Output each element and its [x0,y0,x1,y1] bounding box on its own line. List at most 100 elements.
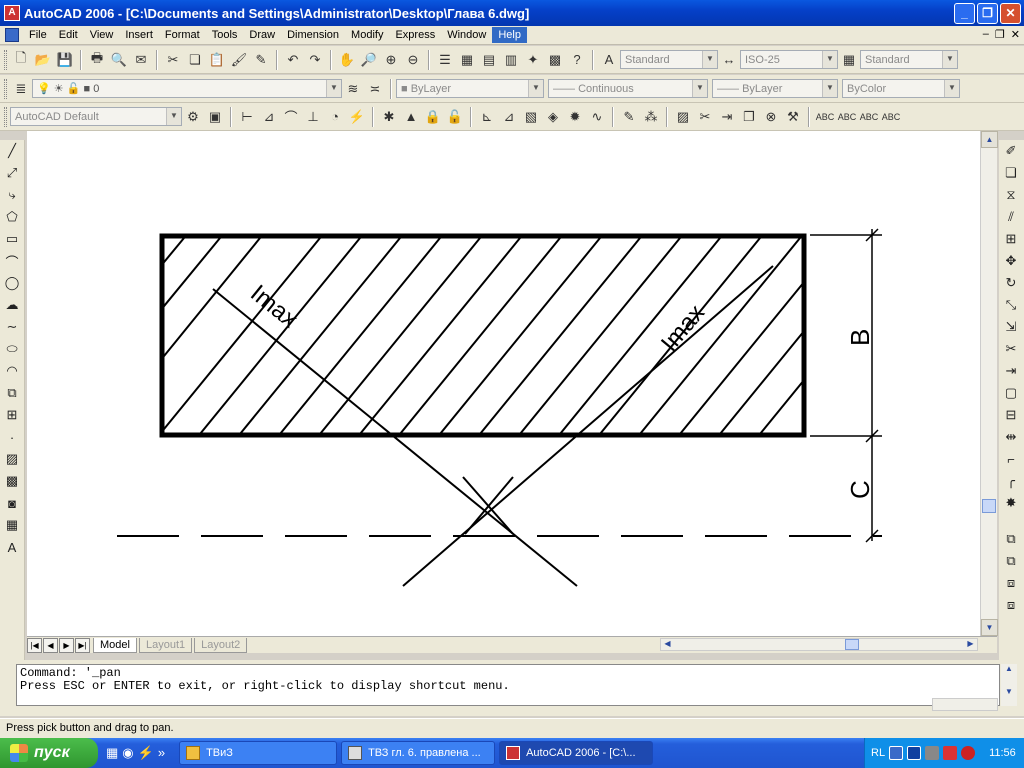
ucs-icon[interactable]: ⊾ [476,106,498,128]
paste-icon[interactable]: 📋 [206,49,228,71]
menu-draw[interactable]: Draw [243,27,281,43]
text-arc-icon[interactable]: ABC [858,106,880,128]
draworder-below-icon[interactable]: ⧈ [1000,594,1022,616]
make-block-icon[interactable]: ⊞ [1,404,23,426]
osnap-endpoint-icon[interactable]: ✱ [378,106,400,128]
linetype-combo[interactable]: —— Continuous ▼ [548,79,708,98]
insert-block-icon[interactable]: ⧉ [1,382,23,404]
region-icon[interactable]: ◙ [1,492,23,514]
layer-previous-icon[interactable]: ≍ [364,78,386,100]
command-hscroll[interactable] [932,698,998,711]
mirror-icon[interactable]: ⧖ [1000,184,1022,206]
gradient-icon[interactable]: ▩ [1,470,23,492]
menu-format[interactable]: Format [159,27,206,43]
new-icon[interactable]: 🗋 [10,49,32,71]
pan-icon[interactable]: ✋ [336,49,358,71]
tool-palettes-icon[interactable]: ▤ [478,49,500,71]
zoom-window-icon[interactable]: ⊕ [380,49,402,71]
menu-express[interactable]: Express [389,27,441,43]
toolbar-grip[interactable] [4,78,7,99]
dim-jogged-icon[interactable]: ⚡ [346,106,368,128]
dim-style-combo[interactable]: ISO-25 ▼ [740,50,838,69]
toolbar-grip[interactable] [4,106,7,127]
layer-manager-icon[interactable]: ≣ [10,78,32,100]
copy-icon[interactable]: ❏ [184,49,206,71]
hatch-icon[interactable]: ▨ [1,448,23,470]
minimize-button[interactable]: _ [954,3,975,24]
group-icon[interactable]: ⁂ [640,106,662,128]
vertical-scrollbar[interactable]: ▲ ▼ [980,131,998,636]
explode-icon[interactable]: ✸ [1000,492,1022,514]
redo-icon[interactable]: ↷ [304,49,326,71]
materials-icon[interactable]: ◈ [542,106,564,128]
ellipse-arc-icon[interactable]: ◠ [1,360,23,382]
plotstyle-combo[interactable]: ByColor ▼ [842,79,960,98]
toolbar-grip[interactable] [4,49,7,70]
rotate-icon[interactable]: ↻ [1000,272,1022,294]
line-icon[interactable]: ╱ [1,140,23,162]
render-icon[interactable]: ▧ [520,106,542,128]
task-word-document[interactable]: ТВЗ гл. 6. правлена ... [341,741,496,765]
stretch-icon[interactable]: ⇲ [1000,316,1022,338]
dim-ordinate-icon[interactable]: ⊥ [302,106,324,128]
hscroll-thumb[interactable] [845,639,859,650]
workspace-combo[interactable]: AutoCAD Default ▼ [10,107,182,126]
network-icon[interactable] [925,746,940,760]
save-icon[interactable]: 💾 [54,49,76,71]
undo-icon[interactable]: ↶ [282,49,304,71]
dim-linear-icon[interactable]: ⊢ [236,106,258,128]
text-style-icon[interactable]: A [598,49,620,71]
text-fit-icon[interactable]: ABC [814,106,836,128]
mdi-close-button[interactable]: ✕ [1011,28,1020,41]
scroll-right-icon[interactable]: ▶ [964,639,977,650]
scroll-up-icon[interactable]: ▲ [981,131,998,148]
lightning-icon[interactable]: ⚡ [138,745,154,761]
menu-dimension[interactable]: Dimension [281,27,345,43]
dim-aligned-icon[interactable]: ⊿ [258,106,280,128]
arc-icon[interactable]: ⌒ [1,250,23,272]
fillet-icon[interactable]: ╭ [1000,470,1022,492]
osnap-midpoint-icon[interactable]: ▲ [400,106,422,128]
dim-radius-icon[interactable]: ◔ [324,106,346,128]
mdi-restore-button[interactable]: ❐ [995,28,1005,41]
draworder-back-icon[interactable]: ⧉ [1000,550,1022,572]
polygon-icon[interactable]: ⬠ [1,206,23,228]
multiline-text-icon[interactable]: A [1,536,23,558]
workspace-settings-icon[interactable]: ⚙ [182,106,204,128]
table-style-icon[interactable]: ▦ [838,49,860,71]
copy-object-icon[interactable]: ❏ [1000,162,1022,184]
language-indicator[interactable]: RL [871,747,885,759]
document-icon[interactable] [5,28,19,42]
next-tab-icon[interactable]: ▶ [59,637,74,653]
prev-tab-icon[interactable]: ◀ [43,637,58,653]
circle-icon[interactable]: ◯ [1,272,23,294]
text-mask-icon[interactable]: ABC [836,106,858,128]
dim-arc-icon[interactable]: ⌒ [280,106,302,128]
draworder-above-icon[interactable]: ⧈ [1000,572,1022,594]
play-icon[interactable] [907,746,922,760]
open-icon[interactable]: 📂 [32,49,54,71]
tab-layout1[interactable]: Layout1 [138,637,193,653]
scroll-left-icon[interactable]: ◀ [661,639,674,650]
clock[interactable]: 11:56 [989,747,1016,759]
cut-icon[interactable]: ✂ [162,49,184,71]
wave-icon[interactable]: ∿ [586,106,608,128]
osnap-unlock-icon[interactable]: 🔓 [444,106,466,128]
command-scrollbar[interactable]: ▲ ▼ [1001,664,1017,706]
menu-file[interactable]: File [23,27,53,43]
ellipse-icon[interactable]: ⬭ [1,338,23,360]
table-style-combo[interactable]: Standard ▼ [860,50,958,69]
first-tab-icon[interactable]: |◀ [27,637,42,653]
offset-icon[interactable]: ⫽ [1000,206,1022,228]
desktop-icon[interactable]: ▦ [106,745,118,761]
back-icon[interactable] [889,746,904,760]
chamfer-icon[interactable]: ⌐ [1000,448,1022,470]
task-folder[interactable]: ТВиЗ [179,741,338,765]
menu-view[interactable]: View [84,27,120,43]
scale-icon[interactable]: ⤡ [1000,294,1022,316]
antivirus-icon[interactable] [943,746,958,760]
start-button[interactable]: пуск [0,738,98,768]
media-player-icon[interactable]: ◉ [122,745,133,761]
zoom-previous-icon[interactable]: ⊖ [402,49,424,71]
plot-icon[interactable]: 🖶 [86,49,108,71]
